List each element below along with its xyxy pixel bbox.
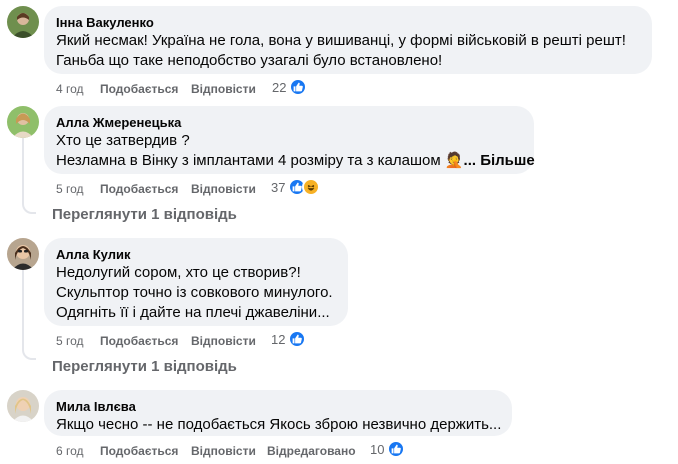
like-button[interactable]: Подобається (100, 333, 178, 349)
comment-author[interactable]: Інна Вакуленко (56, 14, 640, 31)
thumbs-up-icon (289, 78, 308, 96)
comment-text-line: Хто це затвердив ? (56, 132, 190, 149)
comment-text-line: Який несмак! Україна не гола, вона у виш… (56, 32, 626, 49)
comment-text-line: Одягніть її і дайте на плечі джавеліни..… (56, 304, 330, 321)
comment-timestamp[interactable]: 4 год (56, 81, 84, 97)
comment-timestamp[interactable]: 5 год (56, 181, 84, 197)
reaction-summary[interactable]: 22 (272, 78, 308, 96)
reply-button[interactable]: Відповісти (191, 81, 256, 97)
avatar[interactable] (7, 390, 39, 422)
see-more-link[interactable]: ... Більше (464, 152, 535, 169)
comment-text: Незламна в Вінку з імплантами 4 розміру … (56, 152, 441, 169)
comment-meta: 5 год Подобається Відповісти (56, 333, 306, 349)
like-button[interactable]: Подобається (100, 181, 178, 197)
reaction-summary[interactable]: 12 (271, 330, 307, 348)
reaction-count: 22 (272, 79, 287, 95)
laughing-face-icon (302, 178, 321, 196)
facepalm-emoji: 🤦 (444, 152, 464, 169)
avatar[interactable] (7, 106, 39, 138)
thumbs-up-icon (387, 440, 406, 458)
reply-button[interactable]: Відповісти (191, 181, 256, 197)
reply-button[interactable]: Відповісти (191, 333, 256, 349)
comment-text-line: Незламна в Вінку з імплантами 4 розміру … (56, 151, 535, 171)
reaction-count: 10 (370, 441, 385, 457)
comment-text-line: Скульптор точно із совкового минулого. (56, 284, 333, 301)
comment-timestamp[interactable]: 6 год (56, 443, 84, 459)
reaction-count: 12 (271, 331, 286, 347)
comment-bubble: Алла Жмеренецька Хто це затвердив ? Незл… (44, 106, 535, 174)
view-replies-link[interactable]: Переглянути 1 відповідь (52, 358, 237, 375)
comment-bubble: Алла Кулик Недолугий сором, хто це створ… (44, 238, 348, 326)
thread-line (22, 270, 24, 346)
reaction-summary[interactable]: 10 (370, 440, 406, 458)
comment-text-line: Якщо чесно -- не подобається Якось зброю… (56, 416, 502, 433)
comment-text-line: Ганьба що таке неподобство узагалі було … (56, 52, 443, 69)
comment-author[interactable]: Мила Івлєва (56, 398, 500, 415)
thread-line (22, 138, 24, 200)
comment-bubble: Мила Івлєва Якщо чесно -- не подобається… (44, 390, 512, 436)
reaction-count: 37 (271, 179, 286, 195)
comment-timestamp[interactable]: 5 год (56, 333, 84, 349)
comment-author[interactable]: Алла Кулик (56, 246, 336, 263)
avatar[interactable] (7, 6, 39, 38)
avatar[interactable] (7, 238, 39, 270)
like-button[interactable]: Подобається (100, 443, 178, 459)
view-replies-link[interactable]: Переглянути 1 відповідь (52, 206, 237, 223)
reaction-summary[interactable]: 37 (271, 178, 321, 196)
like-button[interactable]: Подобається (100, 81, 178, 97)
comment-author[interactable]: Алла Жмеренецька (56, 114, 522, 131)
thread-connector (22, 200, 36, 214)
thumbs-up-icon (288, 330, 307, 348)
reply-button[interactable]: Відповісти (191, 443, 256, 459)
comment-text-line: Недолугий сором, хто це створив?! (56, 264, 301, 281)
thread-connector (22, 346, 36, 360)
comment-meta: 4 год Подобається Відповісти (56, 81, 306, 97)
comment-meta: 5 год Подобається Відповісти (56, 181, 306, 197)
comment-meta: 6 год Подобається Відповісти Відредагова… (56, 443, 386, 459)
edited-label[interactable]: Відредаговано (267, 443, 356, 459)
comment-bubble: Інна Вакуленко Який несмак! Україна не г… (44, 6, 652, 74)
